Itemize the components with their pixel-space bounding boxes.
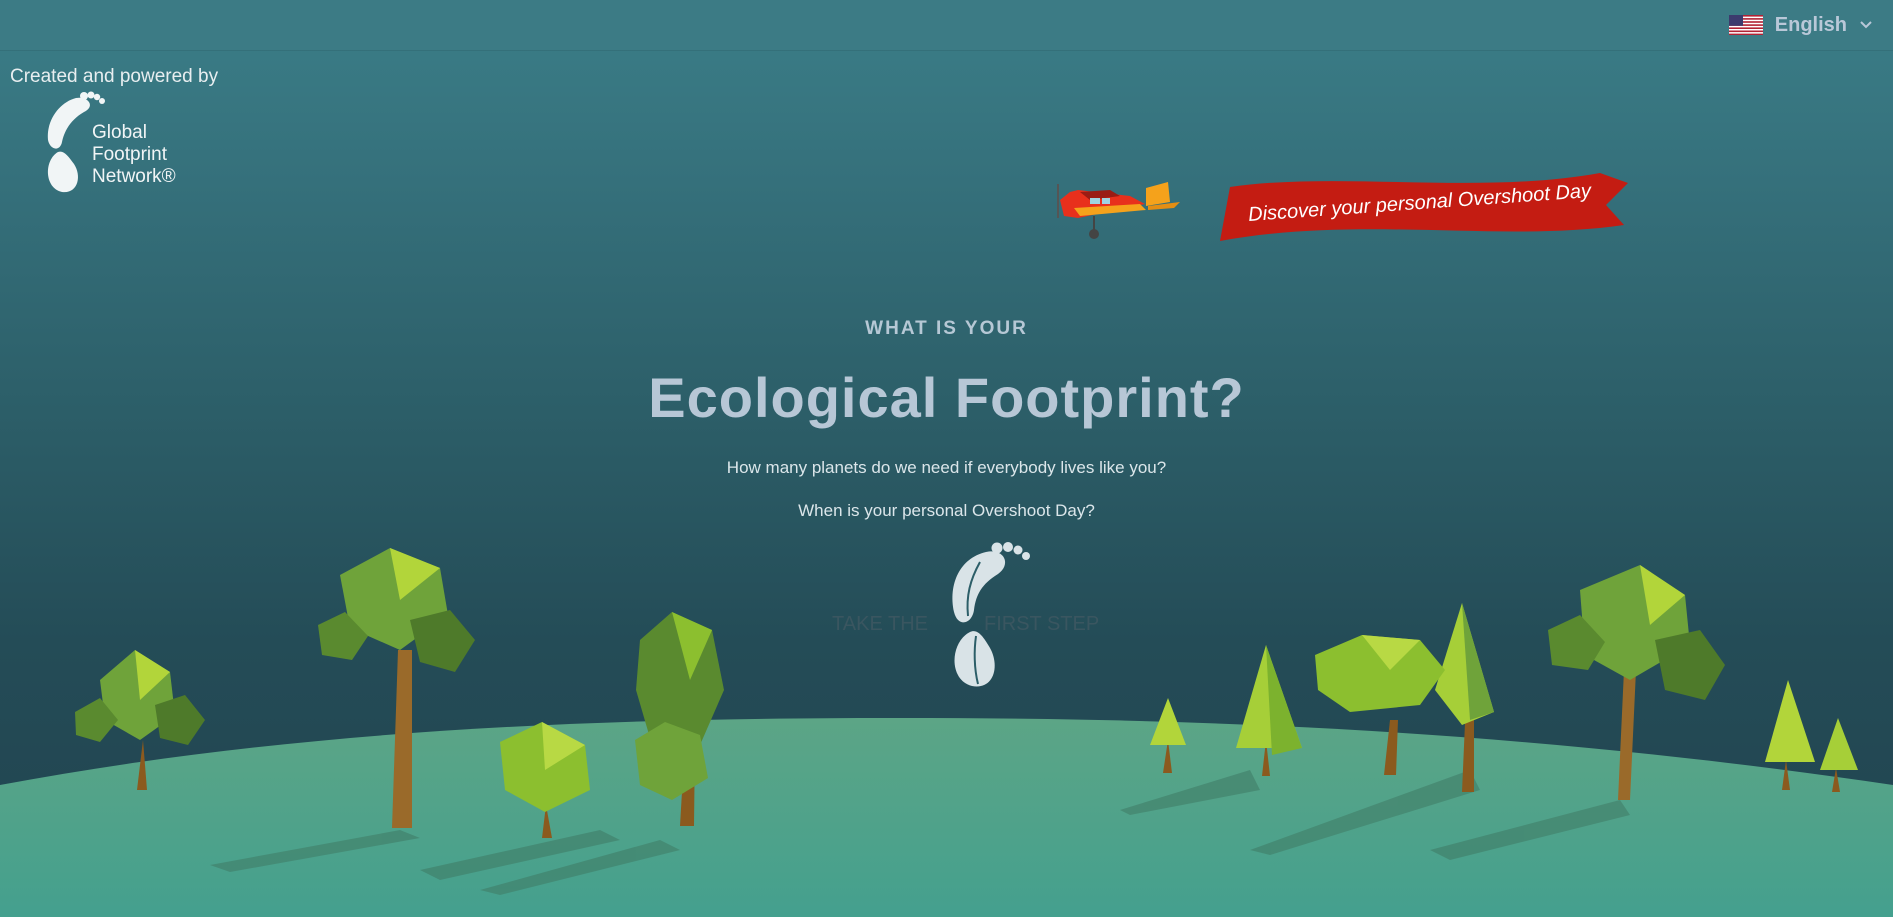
- airplane-icon: [1057, 182, 1180, 239]
- tree-right-cones: [1150, 603, 1858, 792]
- gfn-line-2: Footprint: [92, 144, 167, 165]
- chevron-down-icon: [1860, 21, 1872, 29]
- cta-right-text: FIRST STEP: [984, 613, 1100, 635]
- tree-right-bush: [1315, 635, 1445, 775]
- hero-eyebrow: WHAT IS YOUR: [865, 318, 1028, 339]
- gfn-wordmark: Global Footprint Network®: [92, 122, 176, 188]
- gfn-line-3: Network®: [92, 166, 176, 187]
- hero-question-planets: How many planets do we need if everybody…: [726, 458, 1167, 477]
- tree-mid-2: [635, 612, 724, 826]
- language-label: English: [1774, 13, 1847, 36]
- gfn-line-1: Global: [92, 122, 147, 143]
- tree-left-1: [75, 650, 205, 790]
- tree-right-big: [1548, 565, 1725, 800]
- language-selector[interactable]: English: [1728, 10, 1873, 40]
- top-bar: English: [0, 0, 1893, 50]
- overshoot-banner[interactable]: Discover your personal Overshoot Day: [1220, 165, 1630, 245]
- cta-left-text: TAKE THE: [832, 613, 928, 635]
- tree-left-2: [318, 548, 475, 828]
- hero-question-overshoot: When is your personal Overshoot Day?: [798, 501, 1095, 520]
- tree-mid-1: [500, 722, 590, 838]
- page-title: Ecological Footprint?: [648, 366, 1245, 429]
- take-first-step-button[interactable]: TAKE THE FIRST STEP: [820, 540, 1099, 690]
- banner-ribbon-icon: Discover your personal Overshoot Day: [1220, 173, 1628, 241]
- credit-text: Created and powered by: [10, 66, 219, 87]
- us-flag-icon: [1728, 15, 1763, 35]
